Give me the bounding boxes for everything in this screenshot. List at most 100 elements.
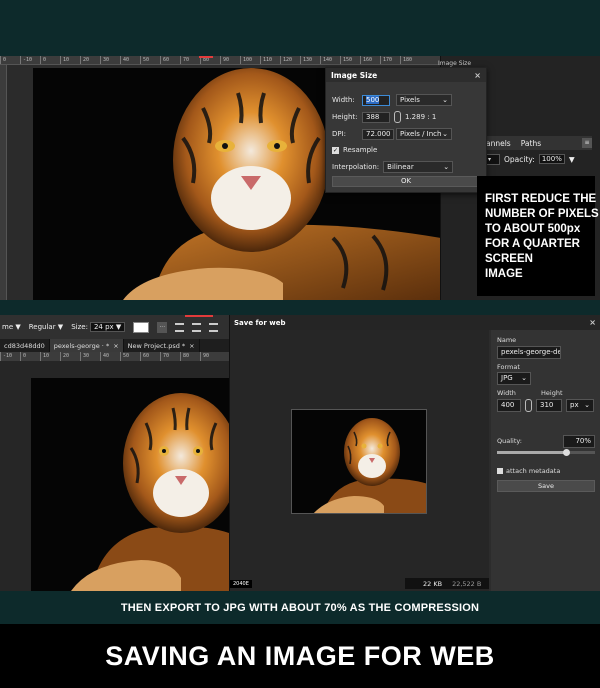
save-button[interactable]: Save xyxy=(497,480,595,492)
callout-line: FOR A QUARTER xyxy=(485,238,580,250)
chevron-down-icon: ⌄ xyxy=(442,96,448,104)
ruler-tick: 60 xyxy=(140,352,160,361)
top-band xyxy=(0,0,600,56)
interpolation-select[interactable]: Bilinear ⌄ xyxy=(383,161,454,173)
ruler-tick: 160 xyxy=(360,56,380,64)
dpi-input[interactable]: 72.000 xyxy=(362,128,394,140)
layers-header: annels Paths ≡ xyxy=(484,136,592,150)
quality-input[interactable]: 70% xyxy=(563,435,595,448)
ruler-tick: 100 xyxy=(240,56,260,64)
ruler-tick: 40 xyxy=(100,352,120,361)
ruler-tick: 120 xyxy=(280,56,300,64)
ruler-tick: 30 xyxy=(80,352,100,361)
tiger-preview xyxy=(313,418,426,513)
chain-link-icon[interactable] xyxy=(394,111,401,123)
quality-slider[interactable] xyxy=(497,449,595,456)
height-label: Height: xyxy=(332,113,358,121)
width-unit-select[interactable]: Pixels ⌄ xyxy=(396,94,452,106)
resample-checkbox[interactable]: ✓ xyxy=(332,146,339,154)
close-icon[interactable]: × xyxy=(474,71,481,80)
ruler-tick: 90 xyxy=(200,352,220,361)
close-icon[interactable]: × xyxy=(113,342,118,350)
tab-document-2[interactable]: pexels-george · * × xyxy=(49,339,124,352)
ruler-marker xyxy=(185,315,213,317)
preview-area: 2040E 22 KB 22,522 B xyxy=(230,330,489,591)
ruler-tick: 0 xyxy=(40,56,60,64)
opacity-dropdown-icon[interactable]: ▼ xyxy=(569,155,575,164)
height-row: Height: 388 1.289 : 1 xyxy=(332,111,436,123)
width-input[interactable]: 500 xyxy=(362,94,390,106)
width-label: Width: xyxy=(332,96,355,104)
dialog-title: Save for web xyxy=(234,318,286,327)
ruler-tick: 130 xyxy=(300,56,320,64)
callout-line: SCREEN xyxy=(485,253,533,265)
export-options: Name pexels-george-de Format JPG ⌄ Width … xyxy=(491,330,600,591)
text-toolbar: me ▼ Regular ▼ Size: 24 px ▼ ... xyxy=(0,315,229,339)
chevron-down-icon: ⌄ xyxy=(443,163,450,171)
tab-paths[interactable]: Paths xyxy=(521,139,541,148)
image-size-tab[interactable]: Image Size xyxy=(438,60,471,67)
chevron-down-icon: ⌄ xyxy=(584,401,590,409)
chevron-down-icon: ⌄ xyxy=(442,130,448,138)
metadata-label: attach metadata xyxy=(506,467,561,475)
interpolation-row: Interpolation: Bilinear ⌄ xyxy=(332,161,454,173)
ruler-tick: 170 xyxy=(380,56,400,64)
tab-channels[interactable]: annels xyxy=(486,139,511,148)
middle-band xyxy=(0,300,600,315)
ruler-tick: 30 xyxy=(100,56,120,64)
horizontal-ruler: -10 0 10 20 30 40 50 60 70 80 90 xyxy=(0,352,229,361)
image-size-dialog: Image Size × Width: 500 Pixels ⌄ Height: … xyxy=(325,67,487,193)
height-input[interactable]: 388 xyxy=(362,111,390,123)
unit-select[interactable]: px ⌄ xyxy=(566,399,594,412)
font-select[interactable]: me ▼ xyxy=(2,323,21,331)
ruler-tick: 20 xyxy=(80,56,100,64)
align-center-icon[interactable] xyxy=(192,322,202,332)
width-input[interactable]: 400 xyxy=(497,399,521,412)
close-icon[interactable]: × xyxy=(189,342,194,350)
metadata-row: attach metadata xyxy=(497,467,560,475)
horizontal-ruler: 0 -10 0 10 20 30 40 50 60 70 80 90 100 110 120 130 140 15… xyxy=(0,56,440,65)
align-right-icon[interactable] xyxy=(209,322,219,332)
ruler-tick: 150 xyxy=(340,56,360,64)
close-icon[interactable]: × xyxy=(589,318,596,327)
caption: THEN EXPORT TO JPG WITH ABOUT 70% AS THE… xyxy=(0,591,600,624)
quality-label: Quality: xyxy=(497,437,522,445)
dpi-row: DPI: 72.000 Pixels / Inch ⌄ xyxy=(332,128,452,140)
tab-document-1[interactable]: cd83d48dd0 xyxy=(0,339,50,352)
opacity-input[interactable]: 100% xyxy=(538,154,565,164)
dpi-unit-select[interactable]: Pixels / Inch ⌄ xyxy=(396,128,452,140)
tab-document-3[interactable]: New Project.psd * × xyxy=(124,339,200,352)
height-label: Height xyxy=(541,389,563,397)
panel-save-for-web: me ▼ Regular ▼ Size: 24 px ▼ ... cd83d48… xyxy=(0,315,600,591)
chain-link-icon[interactable] xyxy=(525,399,532,412)
callout-line: TO ABOUT 500px xyxy=(485,223,581,235)
opacity-label: Opacity: xyxy=(504,154,535,164)
resample-row: ✓ Resample xyxy=(332,146,377,154)
resample-label: Resample xyxy=(343,146,378,154)
tiger-canvas[interactable] xyxy=(31,378,229,591)
dialog-titlebar[interactable]: Image Size × xyxy=(326,68,486,82)
panel-menu-icon[interactable]: ≡ xyxy=(582,138,592,148)
preview-image xyxy=(291,409,427,514)
more-icon[interactable]: ... xyxy=(157,321,168,333)
vertical-ruler xyxy=(0,65,7,300)
format-select[interactable]: JPG ⌄ xyxy=(497,372,531,385)
align-left-icon[interactable] xyxy=(175,322,185,332)
callout-line: IMAGE xyxy=(485,268,523,280)
file-size: 22 KB xyxy=(423,579,443,588)
weight-select[interactable]: Regular ▼ xyxy=(29,323,63,331)
size-input[interactable]: 24 px ▼ xyxy=(89,322,126,332)
color-swatch[interactable] xyxy=(133,321,150,333)
metadata-checkbox[interactable] xyxy=(497,468,503,474)
ruler-tick: 10 xyxy=(60,56,80,64)
quality-slider-knob[interactable] xyxy=(562,449,570,456)
name-input[interactable]: pexels-george-de xyxy=(497,346,561,359)
ok-button[interactable]: OK xyxy=(332,176,480,187)
ruler-tick: 50 xyxy=(120,352,140,361)
chevron-down-icon: ⌄ xyxy=(521,374,527,382)
width-label: Width xyxy=(497,389,516,397)
ruler-marker xyxy=(199,56,213,58)
ruler-tick: 20 xyxy=(60,352,80,361)
dialog-titlebar[interactable]: Save for web × xyxy=(230,315,600,330)
height-input[interactable]: 310 xyxy=(536,399,562,412)
